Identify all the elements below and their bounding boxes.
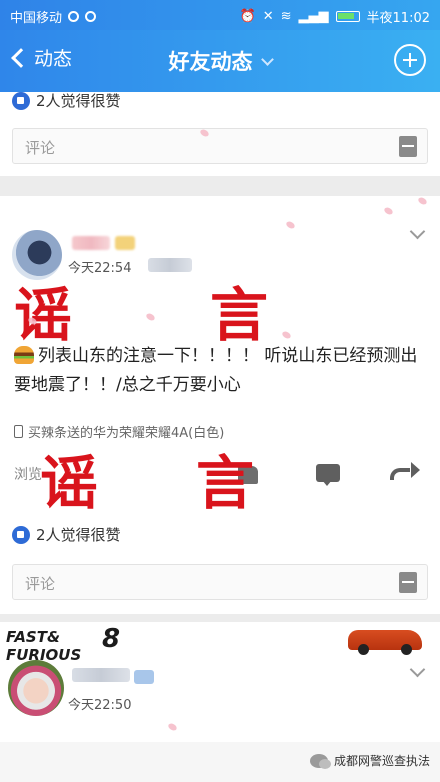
vip-badge-icon bbox=[134, 670, 154, 684]
add-post-button[interactable] bbox=[394, 44, 426, 76]
watermark-label: 成都网警巡查执法 bbox=[334, 754, 431, 768]
rumor-stamp: 言 bbox=[196, 449, 257, 517]
status-bar: 中国移动 ⏰ ✕ ≋ ▂▄▆ 半夜11:02 bbox=[0, 0, 440, 30]
browse-count: 浏览 bbox=[14, 467, 42, 483]
vip-badge-icon bbox=[115, 236, 135, 250]
mute-icon: ✕ bbox=[262, 9, 274, 24]
comment-icon[interactable] bbox=[316, 464, 340, 486]
avatar[interactable] bbox=[8, 660, 64, 716]
notification-icon bbox=[68, 11, 80, 22]
hamburger-emoji-icon bbox=[14, 346, 34, 364]
like-summary[interactable]: 2人觉得很赞 bbox=[12, 524, 121, 545]
sync-icon bbox=[85, 11, 97, 22]
rumor-stamp: 言 bbox=[210, 281, 271, 349]
gift-icon[interactable] bbox=[399, 136, 417, 157]
chevron-down-icon bbox=[260, 53, 274, 66]
comment-placeholder: 评论 bbox=[25, 139, 56, 157]
signal-icon: ▂▄▆ bbox=[298, 9, 329, 24]
like-count-label: 2人觉得很赞 bbox=[36, 526, 121, 544]
username-blurred[interactable] bbox=[72, 668, 130, 682]
thumbs-up-icon bbox=[12, 525, 30, 544]
comment-placeholder: 评论 bbox=[25, 575, 56, 593]
logo-line-1: FAST& bbox=[6, 628, 61, 646]
rumor-stamp: 谣 bbox=[14, 281, 75, 349]
page-title-label: 好友动态 bbox=[168, 50, 253, 74]
battery-icon bbox=[335, 11, 360, 22]
post-time: 今天22:54 bbox=[68, 261, 132, 276]
like-summary[interactable]: 2人觉得很赞 bbox=[12, 90, 121, 111]
wifi-icon: ≋ bbox=[280, 9, 292, 24]
gift-icon[interactable] bbox=[399, 572, 417, 593]
nav-bar: 动态 好友动态 bbox=[0, 30, 440, 92]
previous-post-card: 2人觉得很赞 评论 bbox=[0, 90, 440, 176]
clock-label: 半夜11:02 bbox=[366, 11, 430, 26]
rumor-stamp: 谣 bbox=[40, 449, 101, 517]
alarm-icon: ⏰ bbox=[239, 9, 256, 24]
car-image bbox=[348, 630, 422, 655]
post-time: 今天22:50 bbox=[68, 698, 132, 713]
comment-input[interactable]: 评论 bbox=[12, 564, 428, 600]
username-blurred[interactable] bbox=[72, 236, 110, 250]
location-blurred bbox=[148, 258, 192, 272]
like-count-label: 2人觉得很赞 bbox=[36, 92, 121, 110]
logo-number: 8 bbox=[102, 624, 121, 654]
post-body-text: 列表山东的注意一下！！！！ 听说山东已经预测出要地震了！！/总之千万要小心 bbox=[14, 346, 418, 395]
thumbs-up-icon bbox=[12, 91, 30, 110]
comment-input[interactable]: 评论 bbox=[12, 128, 428, 164]
page-title[interactable]: 好友动态 bbox=[0, 46, 440, 76]
fast-furious-logo: FAST& FURIOUS 8 bbox=[6, 626, 120, 664]
post-body: 列表山东的注意一下！！！！ 听说山东已经预测出要地震了！！/总之千万要小心 bbox=[14, 342, 426, 400]
watermark: 成都网警巡查执法 bbox=[310, 752, 430, 769]
share-icon[interactable] bbox=[390, 462, 420, 480]
carrier-label: 中国移动 bbox=[10, 11, 63, 26]
wechat-icon bbox=[310, 753, 331, 769]
post-card bbox=[0, 196, 440, 614]
phone-icon bbox=[14, 425, 23, 438]
